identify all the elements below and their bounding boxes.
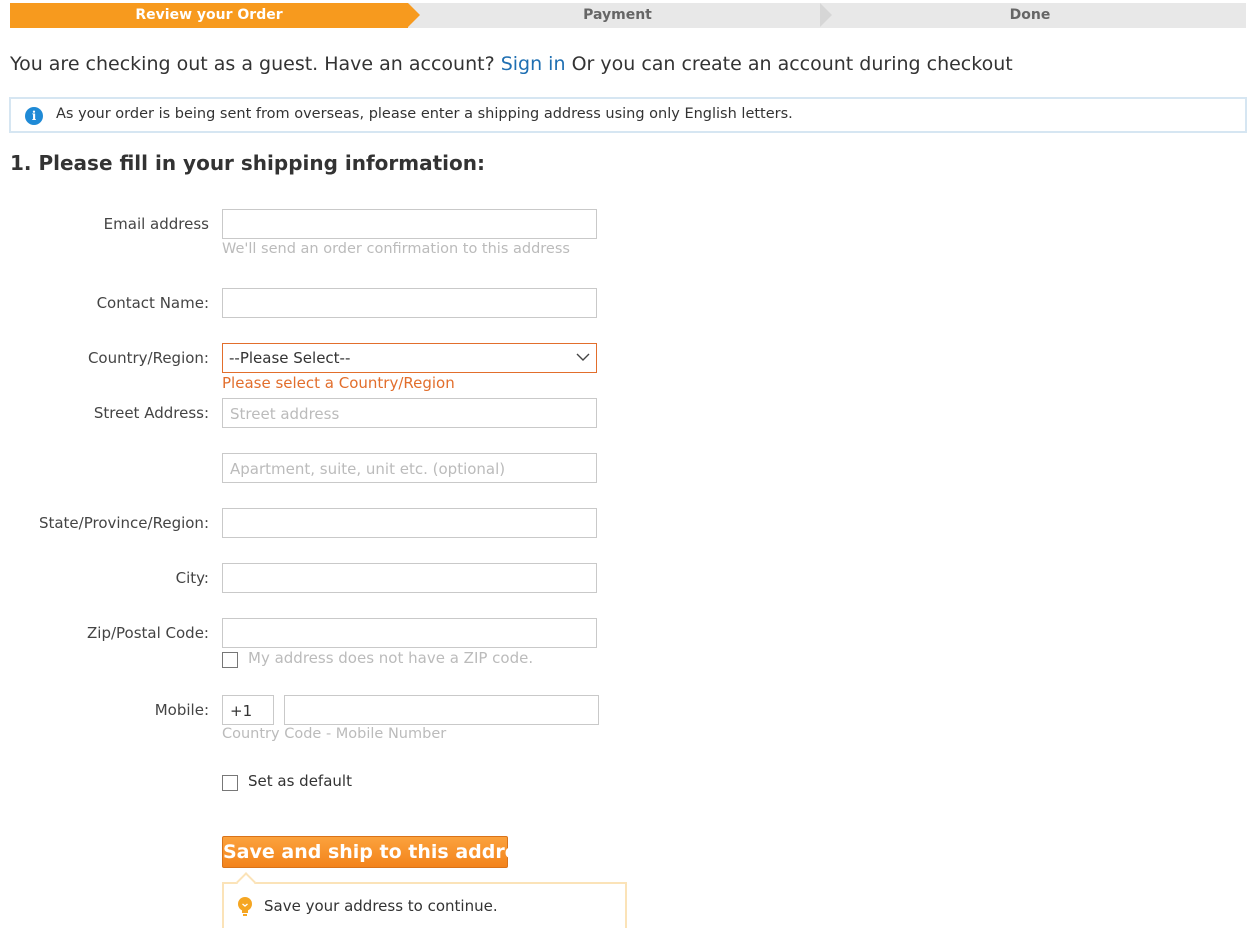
city-field[interactable] [222,563,597,593]
step-label: Done [1009,7,1051,23]
email-field[interactable] [222,209,597,239]
tip-notch [236,872,256,892]
section-title: 1. Please fill in your shipping informat… [10,151,486,175]
notice-text: As your order is being sent from oversea… [56,106,793,122]
no-zip-checkbox[interactable] [222,652,238,668]
street-address-field[interactable]: Street address [222,398,597,428]
country-error: Please select a Country/Region [222,374,455,392]
zip-label: Zip/Postal Code: [87,624,209,642]
info-icon: i [25,107,43,125]
sign-in-link[interactable]: Sign in [501,53,566,75]
mobile-hint: Country Code - Mobile Number [222,726,447,742]
contact-name-field[interactable] [222,288,597,318]
city-label: City: [175,569,209,587]
step-label: Payment [583,7,652,23]
step-review-order: Review your Order [10,3,408,28]
step-payment: Payment [430,3,805,28]
mobile-label: Mobile: [154,701,209,719]
step-label: Review your Order [135,7,283,23]
tip-text: Save your address to continue. [264,897,498,915]
email-label: Email address [103,215,209,233]
guest-prefix: You are checking out as a guest. Have an… [10,53,495,75]
lightbulb-icon [238,897,252,916]
contact-name-label: Contact Name: [96,294,209,312]
email-hint: We'll send an order confirmation to this… [222,241,570,257]
chevron-down-icon [576,353,590,361]
overseas-notice: i As your order is being sent from overs… [9,97,1247,133]
step-arrow [408,3,420,27]
step-arrow [820,3,832,27]
guest-suffix: Or you can create an account during chec… [571,53,1013,75]
no-zip-label: My address does not have a ZIP code. [248,649,534,667]
street-label: Street Address: [93,404,209,422]
state-field[interactable] [222,508,597,538]
apartment-field[interactable]: Apartment, suite, unit etc. (optional) [222,453,597,483]
mobile-number-field[interactable] [284,695,599,725]
country-select[interactable]: --Please Select-- [222,343,597,373]
country-label: Country/Region: [87,349,209,367]
country-code-field[interactable]: +1 [222,695,274,725]
state-label: State/Province/Region: [38,514,209,532]
guest-message: You are checking out as a guest. Have an… [10,53,1013,75]
checkout-progress: Review your Order Payment Done [10,3,1246,28]
set-default-label: Set as default [248,772,352,790]
country-select-value: --Please Select-- [229,349,351,367]
step-done: Done [840,3,1220,28]
set-default-checkbox[interactable] [222,775,238,791]
zip-field[interactable] [222,618,597,648]
save-ship-button[interactable]: Save and ship to this address [222,836,540,868]
save-tip: Save your address to continue. [222,872,627,928]
